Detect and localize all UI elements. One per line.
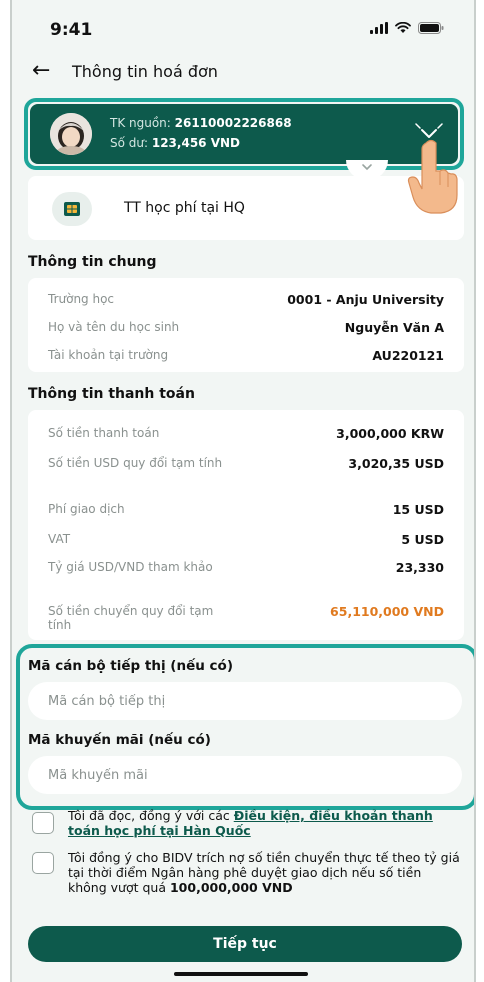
general-info-title: Thông tin chung — [28, 254, 157, 270]
exchange-rate-label: Tỷ giá USD/VND tham khảo — [48, 560, 213, 574]
school-label: Trường học — [48, 292, 115, 306]
terms-prefix: Tôi đã đọc, đồng ý với các — [68, 808, 234, 823]
transaction-fee-value: 15 USD — [392, 502, 444, 517]
service-label: TT học phí tại HQ — [124, 200, 245, 216]
service-card[interactable]: TT học phí tại HQ — [28, 176, 464, 240]
consent-text: Tôi đồng ý cho BIDV trích nợ số tiền chu… — [68, 850, 460, 895]
vnd-converted-value: 65,110,000 VND — [330, 604, 444, 619]
back-arrow-icon[interactable]: ← — [32, 58, 50, 83]
terms-text: Tôi đã đọc, đồng ý với các Điều kiện, đi… — [68, 808, 460, 838]
vat-value: 5 USD — [401, 532, 444, 547]
wifi-icon — [395, 22, 411, 33]
phone-screen: 9:41 ← Thông tin hoá đơn TK nguồn: 26110… — [10, 0, 476, 982]
student-name-label: Họ và tên du học sinh — [48, 320, 180, 334]
school-account-value: AU220121 — [372, 348, 444, 363]
usd-converted-label: Số tiền USD quy đổi tạm tính — [48, 456, 223, 470]
consent-checkbox[interactable] — [32, 852, 54, 874]
student-name-value: Nguyễn Văn A — [344, 320, 444, 335]
payment-amount-label: Số tiền thanh toán — [48, 426, 160, 440]
consent-amount: 100,000,000 VND — [169, 880, 293, 895]
vat-label: VAT — [48, 532, 71, 546]
exchange-rate-value: 23,330 — [395, 560, 444, 575]
school-account-label: Tài khoản tại trường — [48, 348, 169, 362]
battery-icon — [418, 22, 444, 34]
general-info-card: Trường học 0001 - Anju University Họ và … — [28, 278, 464, 372]
payment-amount-value: 3,000,000 KRW — [336, 426, 444, 441]
terms-checkbox[interactable] — [32, 812, 54, 834]
payment-info-card: Số tiền thanh toán 3,000,000 KRW Số tiền… — [28, 410, 464, 640]
header: ← Thông tin hoá đơn — [12, 56, 474, 92]
school-value: 0001 - Anju University — [287, 292, 444, 307]
codes-highlight-frame — [16, 644, 474, 810]
system-icons — [370, 22, 444, 34]
school-card-icon — [64, 202, 80, 216]
service-icon-container — [52, 192, 92, 226]
signal-icon — [370, 22, 388, 34]
hand-pointer-icon — [407, 139, 458, 214]
account-highlight-frame — [24, 98, 464, 170]
page-title: Thông tin hoá đơn — [72, 62, 218, 81]
status-time: 9:41 — [50, 20, 93, 40]
status-bar: 9:41 — [12, 0, 474, 56]
vnd-converted-label: Số tiền chuyển quy đổi tạm tính — [48, 604, 214, 632]
continue-button[interactable]: Tiếp tục — [28, 926, 462, 962]
transaction-fee-label: Phí giao dịch — [48, 502, 125, 516]
payment-info-title: Thông tin thanh toán — [28, 386, 195, 402]
home-indicator — [174, 972, 308, 976]
usd-converted-value: 3,020,35 USD — [348, 456, 444, 471]
